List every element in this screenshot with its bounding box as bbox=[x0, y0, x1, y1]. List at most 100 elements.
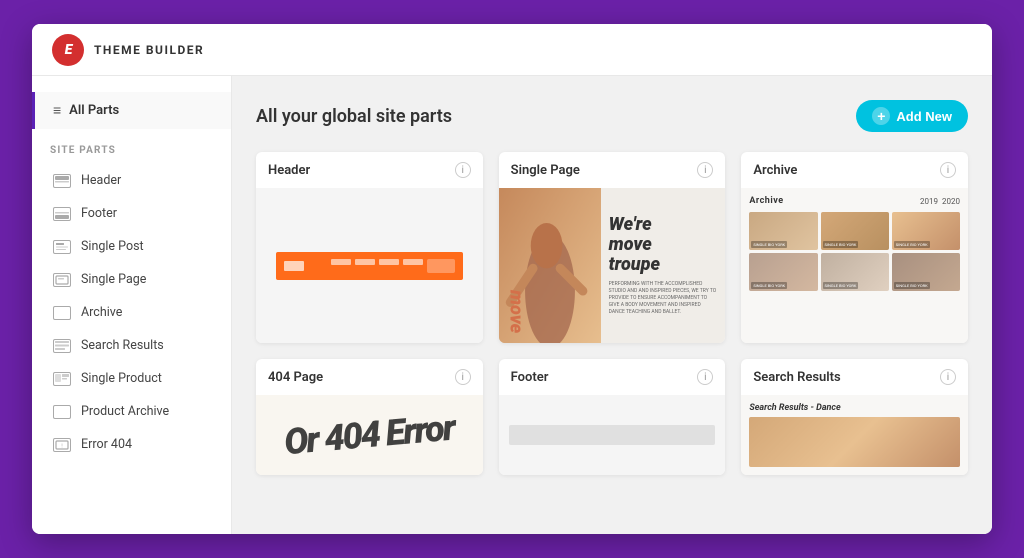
nav-item bbox=[355, 259, 375, 265]
archive-preview: Archive 2019 2020 SINGLE BIO YORK SINGLE… bbox=[741, 188, 968, 343]
card-preview-single-page: move We'removetroupe PERFORMING WITH THE… bbox=[499, 188, 726, 343]
sidebar-item-label: Product Archive bbox=[81, 404, 169, 419]
card-footer[interactable]: Footer i bbox=[499, 359, 726, 475]
footer-bar bbox=[509, 425, 716, 445]
sidebar-item-label: Footer bbox=[81, 206, 117, 221]
info-icon[interactable]: i bbox=[455, 369, 471, 385]
card-title: Search Results bbox=[753, 370, 840, 385]
logo: E bbox=[52, 34, 84, 66]
dance-bg: move bbox=[499, 188, 601, 343]
sidebar-item-header[interactable]: Header bbox=[32, 164, 231, 197]
error-404-icon: ! bbox=[53, 438, 71, 452]
card-preview-search-results: Search Results - Dance bbox=[741, 395, 968, 475]
archive-thumb: SINGLE BIO YORK bbox=[749, 212, 817, 250]
archive-thumb: SINGLE BIO YORK bbox=[892, 253, 960, 291]
error-preview: Or 404 Error bbox=[256, 395, 483, 475]
card-404[interactable]: 404 Page i Or 404 Error bbox=[256, 359, 483, 475]
dance-left: move bbox=[499, 188, 601, 343]
body-container: ≡ All Parts SITE PARTS Header Footer bbox=[32, 76, 992, 534]
card-header[interactable]: Header i bbox=[256, 152, 483, 343]
card-header-row: Header i bbox=[256, 152, 483, 188]
card-preview-footer bbox=[499, 395, 726, 475]
app-container: E THEME BUILDER ≡ All Parts SITE PARTS H… bbox=[32, 24, 992, 534]
sidebar-item-single-post[interactable]: Single Post bbox=[32, 230, 231, 263]
thumb-label: SINGLE BIO YORK bbox=[751, 241, 787, 248]
archive-thumb: SINGLE BIO YORK bbox=[821, 253, 889, 291]
card-header-row: Single Page i bbox=[499, 152, 726, 188]
info-icon[interactable]: i bbox=[455, 162, 471, 178]
sidebar-item-product-archive[interactable]: Product Archive bbox=[32, 395, 231, 428]
bar-logo bbox=[284, 261, 304, 271]
info-icon[interactable]: i bbox=[697, 369, 713, 385]
page-title: All your global site parts bbox=[256, 106, 452, 127]
footer-icon bbox=[53, 207, 71, 221]
cards-grid: Header i bbox=[256, 152, 968, 475]
sidebar-item-archive[interactable]: Archive bbox=[32, 296, 231, 329]
sidebar-item-single-page[interactable]: Single Page bbox=[32, 263, 231, 296]
thumb-label: SINGLE BIO YORK bbox=[894, 282, 930, 289]
archive-thumb: SINGLE BIO YORK bbox=[892, 212, 960, 250]
search-results-img bbox=[749, 417, 960, 467]
card-title: Footer bbox=[511, 370, 549, 385]
sidebar-all-parts-label: All Parts bbox=[69, 103, 119, 118]
dance-vertical-text: move bbox=[507, 290, 525, 333]
search-results-icon bbox=[53, 339, 71, 353]
card-search-results[interactable]: Search Results i Search Results - Dance bbox=[741, 359, 968, 475]
dance-preview: move We'removetroupe PERFORMING WITH THE… bbox=[499, 188, 726, 343]
card-archive[interactable]: Archive i Archive 2019 2020 bbox=[741, 152, 968, 343]
info-icon[interactable]: i bbox=[940, 369, 956, 385]
sidebar-item-label: Header bbox=[81, 173, 121, 188]
sidebar-all-parts[interactable]: ≡ All Parts bbox=[32, 92, 231, 129]
sidebar-item-label: Archive bbox=[81, 305, 122, 320]
card-title: Single Page bbox=[511, 163, 580, 178]
archive-year-2: 2020 bbox=[942, 197, 960, 206]
sidebar-item-single-product[interactable]: Single Product bbox=[32, 362, 231, 395]
header-icon bbox=[53, 174, 71, 188]
plus-icon: + bbox=[872, 107, 890, 125]
nav-item bbox=[379, 259, 399, 265]
archive-icon bbox=[53, 306, 71, 320]
add-new-button[interactable]: + Add New bbox=[856, 100, 968, 132]
sidebar-item-label: Search Results bbox=[81, 338, 164, 353]
archive-year-title: Archive bbox=[749, 196, 783, 206]
single-post-icon bbox=[53, 240, 71, 254]
nav-item bbox=[403, 259, 423, 265]
search-results-preview: Search Results - Dance bbox=[741, 395, 968, 475]
card-header-row: Footer i bbox=[499, 359, 726, 395]
card-title: Header bbox=[268, 163, 310, 178]
error-text: Or 404 Error bbox=[283, 407, 456, 464]
svg-text:!: ! bbox=[61, 443, 62, 449]
card-single-page[interactable]: Single Page i bbox=[499, 152, 726, 343]
archive-header-row: Archive 2019 2020 bbox=[749, 196, 960, 206]
nav-btn bbox=[427, 259, 455, 273]
sidebar-item-label: Error 404 bbox=[81, 437, 132, 452]
logo-icon: E bbox=[65, 42, 72, 58]
sidebar-item-footer[interactable]: Footer bbox=[32, 197, 231, 230]
sidebar-item-search-results[interactable]: Search Results bbox=[32, 329, 231, 362]
dance-title: We'removetroupe bbox=[609, 215, 718, 274]
archive-grid: SINGLE BIO YORK SINGLE BIO YORK SINGLE B… bbox=[749, 212, 960, 291]
product-archive-icon bbox=[53, 405, 71, 419]
bar-nav bbox=[331, 259, 455, 273]
archive-thumb: SINGLE BIO YORK bbox=[821, 212, 889, 250]
top-bar: E THEME BUILDER bbox=[32, 24, 992, 76]
sidebar-item-error-404[interactable]: ! Error 404 bbox=[32, 428, 231, 461]
single-product-icon bbox=[53, 372, 71, 386]
info-icon[interactable]: i bbox=[940, 162, 956, 178]
single-page-icon bbox=[53, 273, 71, 287]
add-new-label: Add New bbox=[896, 109, 952, 124]
orange-bar bbox=[276, 252, 463, 280]
app-title: THEME BUILDER bbox=[94, 43, 204, 57]
card-preview-archive: Archive 2019 2020 SINGLE BIO YORK SINGLE… bbox=[741, 188, 968, 343]
thumb-label: SINGLE BIO YORK bbox=[751, 282, 787, 289]
archive-year-1: 2019 bbox=[920, 197, 938, 206]
info-icon[interactable]: i bbox=[697, 162, 713, 178]
filter-icon: ≡ bbox=[53, 102, 61, 119]
archive-years: 2019 2020 bbox=[920, 197, 960, 206]
sidebar-section-label: SITE PARTS bbox=[32, 145, 231, 164]
header-preview bbox=[256, 188, 483, 343]
card-header-row: 404 Page i bbox=[256, 359, 483, 395]
card-preview-404: Or 404 Error bbox=[256, 395, 483, 475]
sidebar: ≡ All Parts SITE PARTS Header Footer bbox=[32, 76, 232, 534]
thumb-label: SINGLE BIO YORK bbox=[823, 282, 859, 289]
